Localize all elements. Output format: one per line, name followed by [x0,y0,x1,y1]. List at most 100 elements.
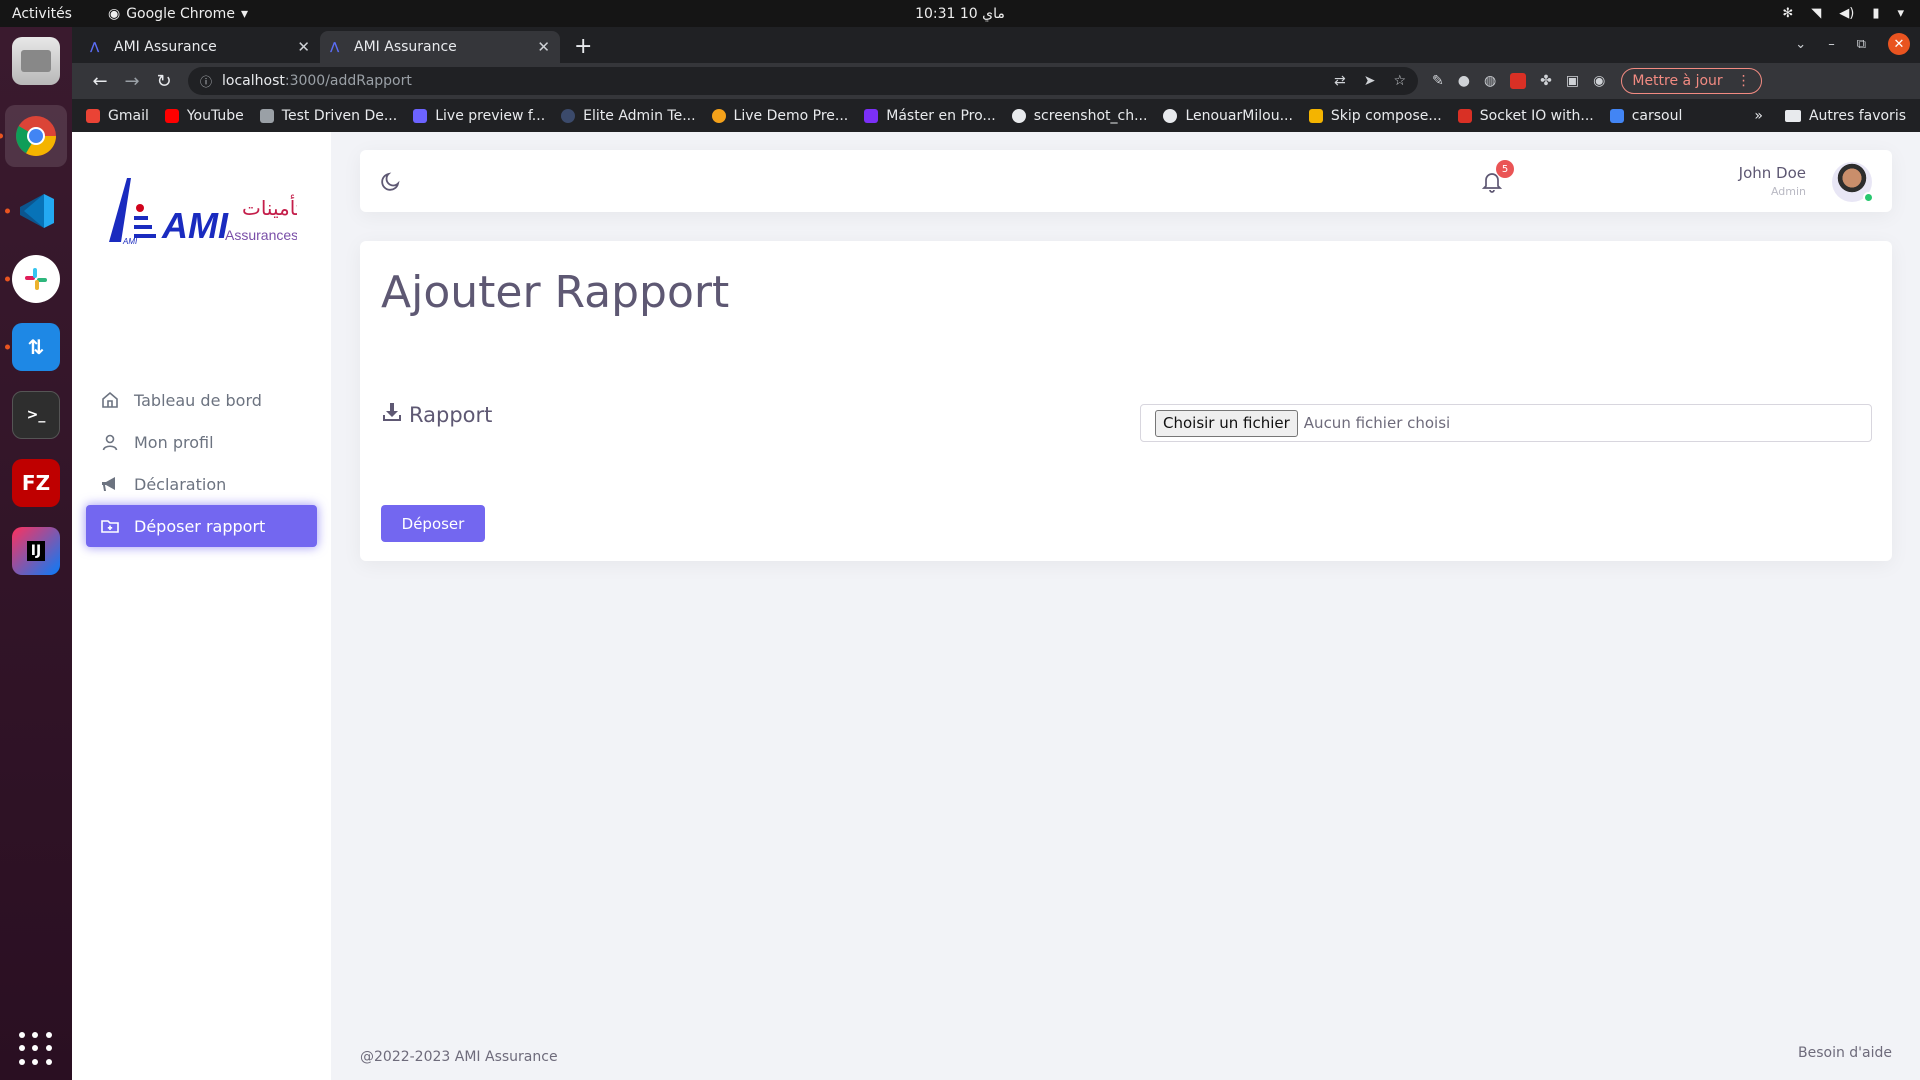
bookmark-label: Test Driven De... [281,107,398,124]
bookmark-item[interactable]: LenouarMilou... [1163,108,1293,124]
help-link[interactable]: Besoin d'aide [1798,1045,1892,1061]
side-panel-icon[interactable]: ▣ [1566,73,1579,89]
slack-app-icon[interactable] [5,255,60,303]
bookmark-label: carsoul [1631,107,1683,124]
vscode-app-icon[interactable] [5,187,60,235]
carsoul-icon [1609,108,1624,123]
bookmark-item[interactable]: Socket IO with... [1457,107,1594,124]
files-app-icon[interactable] [12,37,60,85]
elite-admin-icon [561,108,576,123]
submit-button[interactable]: Déposer [381,505,485,542]
bookmark-item[interactable]: Skip compose... [1308,108,1442,124]
page-title: Ajouter Rapport [381,267,730,318]
sidebar-item-declaration[interactable]: Déclaration [86,463,317,505]
chrome-small-icon: ◉ [107,5,121,22]
bookmarks-bar: Gmail YouTube Test Driven De... Live pre… [72,99,1920,132]
back-button[interactable]: ← [84,71,116,92]
skip-icon [1308,108,1323,123]
bookmark-item[interactable]: Test Driven De... [259,107,398,124]
close-tab-icon[interactable]: ✕ [297,38,310,56]
minimize-button[interactable]: – [1828,37,1835,52]
github-icon [1163,108,1178,123]
tab-title: AMI Assurance [114,39,217,55]
forward-button[interactable]: → [116,71,148,92]
live-preview-icon [413,108,428,123]
translate-icon[interactable]: ⇄ [1334,73,1346,89]
sidebar-item-deposer-rapport[interactable]: Déposer rapport [86,505,317,547]
user-role: Admin [1770,185,1806,198]
more-bookmarks-button[interactable]: » [1754,108,1763,124]
bookmark-item[interactable]: Gmail [86,108,149,124]
tab-ami-assurance-1[interactable]: ⋀ AMI Assurance ✕ [80,31,320,63]
choose-file-button[interactable]: Choisir un fichier [1155,409,1298,437]
sidebar-item-tableau-de-bord[interactable]: Tableau de bord [86,379,317,421]
bookmark-item[interactable]: Live Demo Pre... [711,108,848,124]
ami-favicon-icon: ⋀ [330,40,340,53]
sidebar-item-label: Tableau de bord [134,390,262,410]
filezilla-app-icon[interactable]: FZ [12,459,60,507]
extension-ball-icon[interactable]: ◍ [1484,73,1496,89]
online-status-dot [1863,192,1874,203]
bookmark-item[interactable]: Máster en Pro... [864,108,996,124]
sidebar-menu: Tableau de bord Mon profil Déclaration D… [86,379,317,547]
site-info-icon[interactable]: ⓘ [200,73,212,90]
tab-strip: ⋀ AMI Assurance ✕ ⋀ AMI Assurance ✕ + ⌄ … [72,27,1920,63]
extension-pen-icon[interactable]: ✎ [1432,73,1444,89]
transfer-app-icon[interactable]: ⇅ [5,323,60,371]
terminal-app-icon[interactable]: >_ [12,391,60,439]
bookmark-item[interactable]: Elite Admin Te... [561,108,696,124]
bookmark-item[interactable]: Live preview f... [413,108,545,124]
update-button[interactable]: Mettre à jour ⋮ [1621,68,1762,94]
url-host: localhost [222,73,285,89]
system-tray[interactable]: ✻ ◥ ◀) ▮ ▾ [1782,6,1904,21]
logo-subtitle: Assurances [225,227,297,243]
new-tab-button[interactable]: + [574,34,592,59]
restore-button[interactable]: ⧉ [1857,37,1866,52]
url-path: :3000/addRapport [284,73,412,89]
logo-arabic: تأمينات [242,194,297,220]
bookmark-item[interactable]: carsoul [1609,107,1683,124]
home-icon [100,390,120,410]
ami-logo[interactable]: AMI AMI تأمينات Assurances [107,170,301,250]
reload-button[interactable]: ↻ [148,71,180,92]
extensions-area: ✎ ● ◍ ✤ ▣ ◉ [1432,73,1605,89]
activities-button[interactable]: Activités [12,6,72,22]
other-bookmarks-folder[interactable]: Autres favoris [1784,108,1906,124]
browser-toolbar: ← → ↻ ⓘ localhost:3000/addRapport ⇄ ➤ ☆ … [72,63,1920,99]
folder-plus-icon [100,516,120,536]
sidebar-item-mon-profil[interactable]: Mon profil [86,421,317,463]
app-menu[interactable]: ◉ Google Chrome ▾ [108,6,248,22]
chevron-down-icon: ▾ [240,5,248,22]
top-navbar: 5 John Doe Admin [360,150,1892,212]
tab-ami-assurance-2[interactable]: ⋀ AMI Assurance ✕ [320,31,560,63]
bookmark-item[interactable]: YouTube [164,108,244,124]
extension-color-icon[interactable]: ● [1458,73,1470,89]
send-icon[interactable]: ➤ [1364,73,1376,89]
clock[interactable]: 10:31 ماي 10 [0,6,1920,22]
bookmark-star-icon[interactable]: ☆ [1393,73,1406,89]
profile-icon[interactable]: ◉ [1593,73,1605,89]
logo-wordmark: AMI [161,205,229,246]
address-bar[interactable]: ⓘ localhost:3000/addRapport ⇄ ➤ ☆ [188,67,1418,95]
close-window-button[interactable]: ✕ [1888,33,1910,55]
folder-icon [1784,109,1801,122]
intellij-app-icon[interactable]: IJ [12,527,60,575]
slack-tray-icon[interactable]: ✻ [1782,6,1793,21]
sidebar-item-label: Mon profil [134,432,214,452]
bookmark-item[interactable]: screenshot_ch... [1011,108,1147,124]
show-apps-icon[interactable] [19,1032,53,1066]
extension-red-icon[interactable] [1510,73,1527,89]
user-icon [100,432,120,452]
close-tab-icon[interactable]: ✕ [537,38,550,56]
tab-search-icon[interactable]: ⌄ [1795,37,1806,52]
user-name[interactable]: John Doe [1739,164,1806,182]
chrome-app-icon[interactable] [0,105,67,167]
moon-icon[interactable] [380,170,402,196]
volume-icon: ◀) [1839,6,1855,21]
gmail-icon [86,108,100,123]
notification-badge: 5 [1496,160,1514,178]
extensions-puzzle-icon[interactable]: ✤ [1540,73,1552,89]
star-icon [711,108,726,123]
bookmark-label: Socket IO with... [1479,107,1594,124]
file-input[interactable]: Choisir un fichier Aucun fichier choisi [1140,404,1872,442]
